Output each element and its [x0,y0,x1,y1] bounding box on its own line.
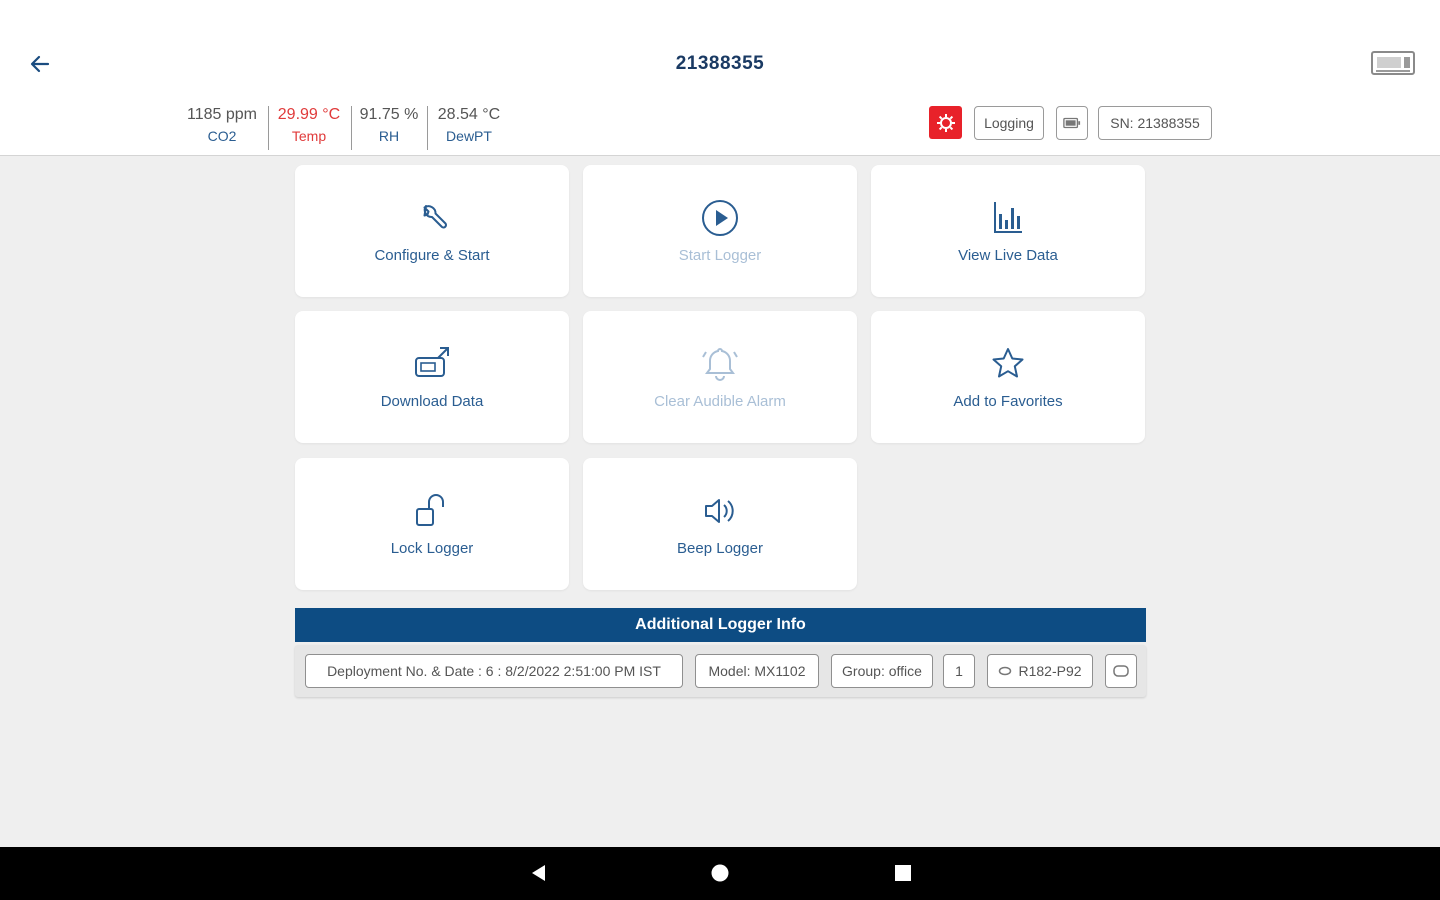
divider [351,106,352,150]
alarm-indicator-icon [936,113,955,132]
tile-label: Clear Audible Alarm [654,393,786,410]
firmware-label: R182-P92 [1018,663,1082,679]
page-title: 21388355 [675,53,765,74]
beep-logger-button[interactable]: Beep Logger [583,458,857,590]
wrench-icon [412,198,452,238]
reading-value: 1185 ppm [187,106,257,123]
tile-label: Start Logger [678,247,762,264]
logger-device-icon[interactable] [1370,48,1418,78]
alarm-indicator-button[interactable] [929,106,962,139]
view-live-data-button[interactable]: View Live Data [871,165,1145,297]
app-bar: 21388355 [0,0,1440,100]
firmware-chip: R182-P92 [987,654,1093,688]
reading-co2: 1185 ppm CO2 [178,106,266,144]
start-logger-button[interactable]: Start Logger [583,165,857,297]
reading-value: 28.54 °C [437,106,501,123]
readings-bar: 1185 ppm CO2 29.99 °C Temp 91.75 % RH 28… [0,100,1440,156]
reading-label: DewPT [446,128,492,144]
play-icon [700,198,740,238]
divider [268,106,269,150]
reading-value: 91.75 % [359,106,419,123]
comment-chip[interactable] [1105,654,1137,688]
logging-status-chip[interactable]: Logging [974,106,1044,140]
bar-chart-icon [988,198,1028,238]
battery-chip[interactable] [1056,106,1088,140]
tile-label: Lock Logger [390,540,474,557]
reading-label: RH [378,128,400,144]
model-chip: Model: MX1102 [695,654,819,688]
serial-number-chip[interactable]: SN: 21388355 [1098,106,1212,140]
lock-logger-button[interactable]: Lock Logger [295,458,569,590]
battery-icon [1063,117,1081,129]
bell-icon [700,344,740,384]
nav-recents-square-icon[interactable] [891,861,915,885]
configure-start-button[interactable]: Configure & Start [295,165,569,297]
tile-label: Download Data [380,393,484,410]
additional-info-header[interactable]: Additional Logger Info [295,608,1146,642]
tile-label: View Live Data [958,247,1058,264]
reading-temp: 29.99 °C Temp [271,106,347,144]
tile-label: Configure & Start [374,247,490,264]
reading-value: 29.99 °C [277,106,341,123]
reading-rh: 91.75 % RH [354,106,424,144]
speaker-icon [700,491,740,531]
tile-label: Beep Logger [677,540,763,557]
deployment-chip: Deployment No. & Date : 6 : 8/2/2022 2:5… [305,654,683,688]
unlock-icon [412,491,452,531]
additional-info-bar: Deployment No. & Date : 6 : 8/2/2022 2:5… [295,645,1146,697]
clear-audible-alarm-button[interactable]: Clear Audible Alarm [583,311,857,443]
download-device-icon [412,344,452,384]
tile-label: Add to Favorites [953,393,1063,410]
star-icon [988,344,1028,384]
reading-label: Temp [291,128,327,144]
comment-icon [1113,665,1129,677]
reading-label: CO2 [207,128,237,144]
add-to-favorites-button[interactable]: Add to Favorites [871,311,1145,443]
nav-back-triangle-icon[interactable] [526,861,550,885]
extra-info-chip: 1 [943,654,975,688]
divider [427,106,428,150]
firmware-icon [999,666,1012,676]
nav-home-circle-icon[interactable] [708,861,732,885]
group-chip: Group: office [831,654,933,688]
reading-dewpt: 28.54 °C DewPT [430,106,508,144]
download-data-button[interactable]: Download Data [295,311,569,443]
system-nav-bar [0,847,1440,900]
